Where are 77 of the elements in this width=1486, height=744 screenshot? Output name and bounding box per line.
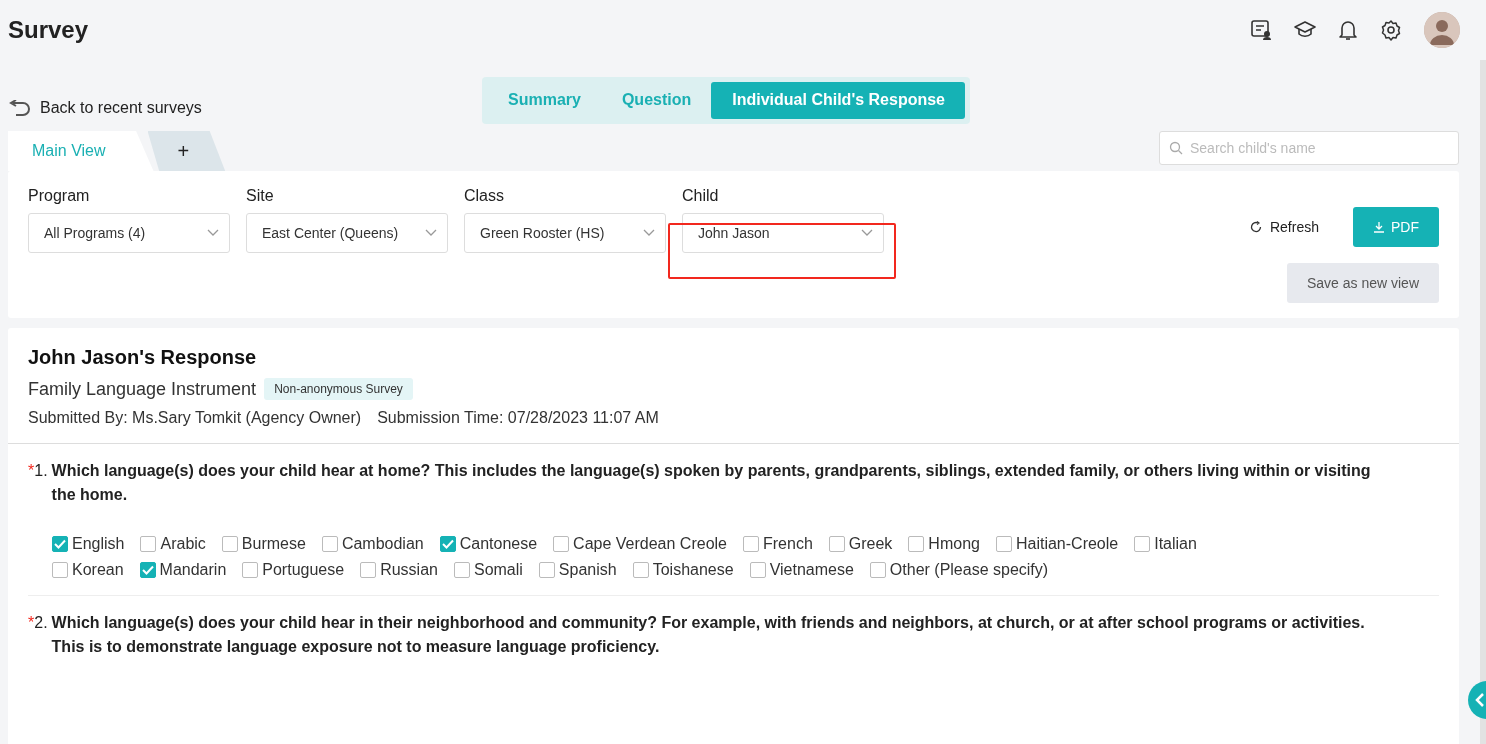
page-title: Survey [8, 16, 89, 44]
response-title: John Jason's Response [28, 346, 258, 369]
submitted-by-text: Submitted By: Ms.Sary Tomkit (Agency Owner) [28, 409, 362, 427]
language-option[interactable]: Cantonese [439, 535, 538, 553]
chevron-down-icon [861, 229, 873, 237]
download-icon [1373, 221, 1385, 233]
back-link[interactable]: Back to recent surveys [8, 99, 202, 117]
question-text: Which language(s) does your child hear at home? This includes the language(s) spoken by parents, grandparents, siblings, extended family, or others living within or visiting the home. [51, 461, 1372, 505]
chevron-down-icon [207, 229, 219, 237]
checkbox[interactable] [221, 536, 238, 552]
language-option[interactable]: Spanish [538, 561, 617, 579]
filter-label: Class [464, 187, 505, 205]
checkbox[interactable] [453, 562, 470, 578]
checkbox[interactable] [995, 536, 1012, 552]
search-field[interactable]: Search child's name [1159, 131, 1459, 165]
notification-bell-icon[interactable] [1338, 19, 1358, 41]
filter-dropdown[interactable]: East Center (Queens) [246, 213, 448, 253]
language-option[interactable]: Korean [52, 561, 124, 579]
language-option[interactable]: Arabic [140, 535, 206, 553]
search-icon [1169, 141, 1183, 155]
checkbox[interactable] [743, 536, 759, 552]
refresh-icon [1249, 221, 1262, 233]
checkbox[interactable] [1134, 536, 1151, 552]
language-option[interactable]: Russian [360, 561, 438, 579]
filter-label: Program [28, 187, 91, 205]
question-number: *2. [28, 613, 49, 633]
language-option[interactable]: Somali [453, 561, 523, 579]
checkbox[interactable] [632, 562, 649, 578]
save-view-button[interactable]: Save as new view [1286, 263, 1439, 303]
checkbox[interactable] [52, 562, 68, 578]
settings-icon[interactable] [1380, 19, 1402, 41]
chevron-left-icon [1475, 693, 1485, 707]
question-text: Which language(s) does your child hear in their neighborhood and community? For example, with friends and neighbors, at church, or at after school programs or activities. This is to demonstrate language exposure not to measure language proficiency. [51, 613, 1366, 657]
language-option[interactable]: Haitian-Creole [995, 535, 1119, 553]
filter-dropdown[interactable]: John Jason [682, 213, 884, 253]
checkbox[interactable] [139, 562, 156, 578]
language-option[interactable]: Hmong [908, 535, 980, 553]
checkbox[interactable] [908, 536, 925, 552]
checkbox[interactable] [439, 536, 456, 552]
checkbox[interactable] [52, 536, 68, 552]
survey-name: Family Language Instrument [28, 378, 257, 400]
language-option[interactable]: French [743, 535, 813, 553]
language-option[interactable]: Cape Verdean Creole [553, 535, 727, 553]
question-number: *1. [28, 461, 49, 481]
language-option[interactable]: Other (Please specify) [869, 561, 1049, 579]
filter-dropdown[interactable]: Green Rooster (HS) [464, 213, 666, 253]
user-avatar[interactable] [1424, 12, 1460, 48]
submission-time-text: Submission Time: 07/28/2023 11:07 AM [377, 409, 659, 427]
checkbox[interactable] [538, 562, 555, 578]
checkbox[interactable] [242, 562, 259, 578]
language-option[interactable]: Greek [828, 535, 893, 553]
language-option[interactable]: Italian [1134, 535, 1197, 553]
language-option[interactable]: Portuguese [242, 561, 345, 579]
back-arrow-icon [8, 100, 32, 116]
language-option[interactable]: Toishanese [632, 561, 734, 579]
message-icon[interactable] [1250, 19, 1272, 41]
filter-label: Site [246, 187, 275, 205]
add-view-tab[interactable]: + [147, 131, 226, 171]
checkbox[interactable] [749, 562, 766, 578]
checkbox[interactable] [360, 562, 377, 578]
chevron-down-icon [643, 229, 655, 237]
refresh-button[interactable]: Refresh [1243, 218, 1325, 236]
checkbox[interactable] [321, 536, 338, 552]
checkbox[interactable] [553, 536, 570, 552]
chevron-down-icon [425, 229, 437, 237]
checkbox[interactable] [140, 536, 157, 552]
filter-dropdown[interactable]: All Programs (4) [28, 213, 230, 253]
language-option[interactable]: Vietnamese [749, 561, 854, 579]
checkbox[interactable] [828, 536, 845, 552]
filter-label: Child [682, 187, 720, 205]
checkbox[interactable] [869, 562, 886, 578]
language-option[interactable]: English [52, 535, 125, 553]
language-option[interactable]: Mandarin [139, 561, 227, 579]
language-option[interactable]: Burmese [221, 535, 306, 553]
survey-type-tag: Non-anonymous Survey [264, 378, 413, 400]
graduation-cap-icon[interactable] [1294, 20, 1316, 40]
language-option[interactable]: Cambodian [321, 535, 424, 553]
